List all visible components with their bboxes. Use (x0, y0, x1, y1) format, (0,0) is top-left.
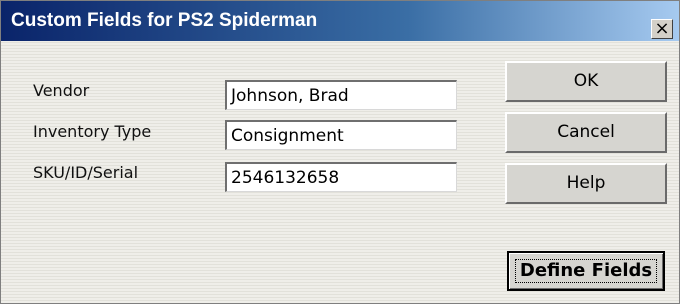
inventory-type-label: Inventory Type (33, 122, 152, 141)
title-bar[interactable]: Custom Fields for PS2 Spiderman × (1, 1, 679, 41)
sku-id-serial-label: SKU/ID/Serial (33, 163, 139, 182)
help-button[interactable]: Help (505, 163, 667, 204)
sku-id-serial-field[interactable]: 2546132658 (225, 162, 457, 192)
vendor-label: Vendor (33, 81, 90, 100)
define-fields-button[interactable]: Define Fields (507, 251, 665, 291)
custom-fields-dialog: Custom Fields for PS2 Spiderman × Vendor… (0, 0, 680, 304)
window-title: Custom Fields for PS2 Spiderman (11, 10, 318, 31)
ok-button[interactable]: OK (505, 61, 667, 102)
close-icon[interactable]: × (651, 19, 673, 39)
vendor-field[interactable]: Johnson, Brad (225, 80, 457, 110)
cancel-button[interactable]: Cancel (505, 112, 667, 153)
define-fields-label: Define Fields (515, 259, 657, 283)
inventory-type-field[interactable]: Consignment (225, 120, 457, 150)
